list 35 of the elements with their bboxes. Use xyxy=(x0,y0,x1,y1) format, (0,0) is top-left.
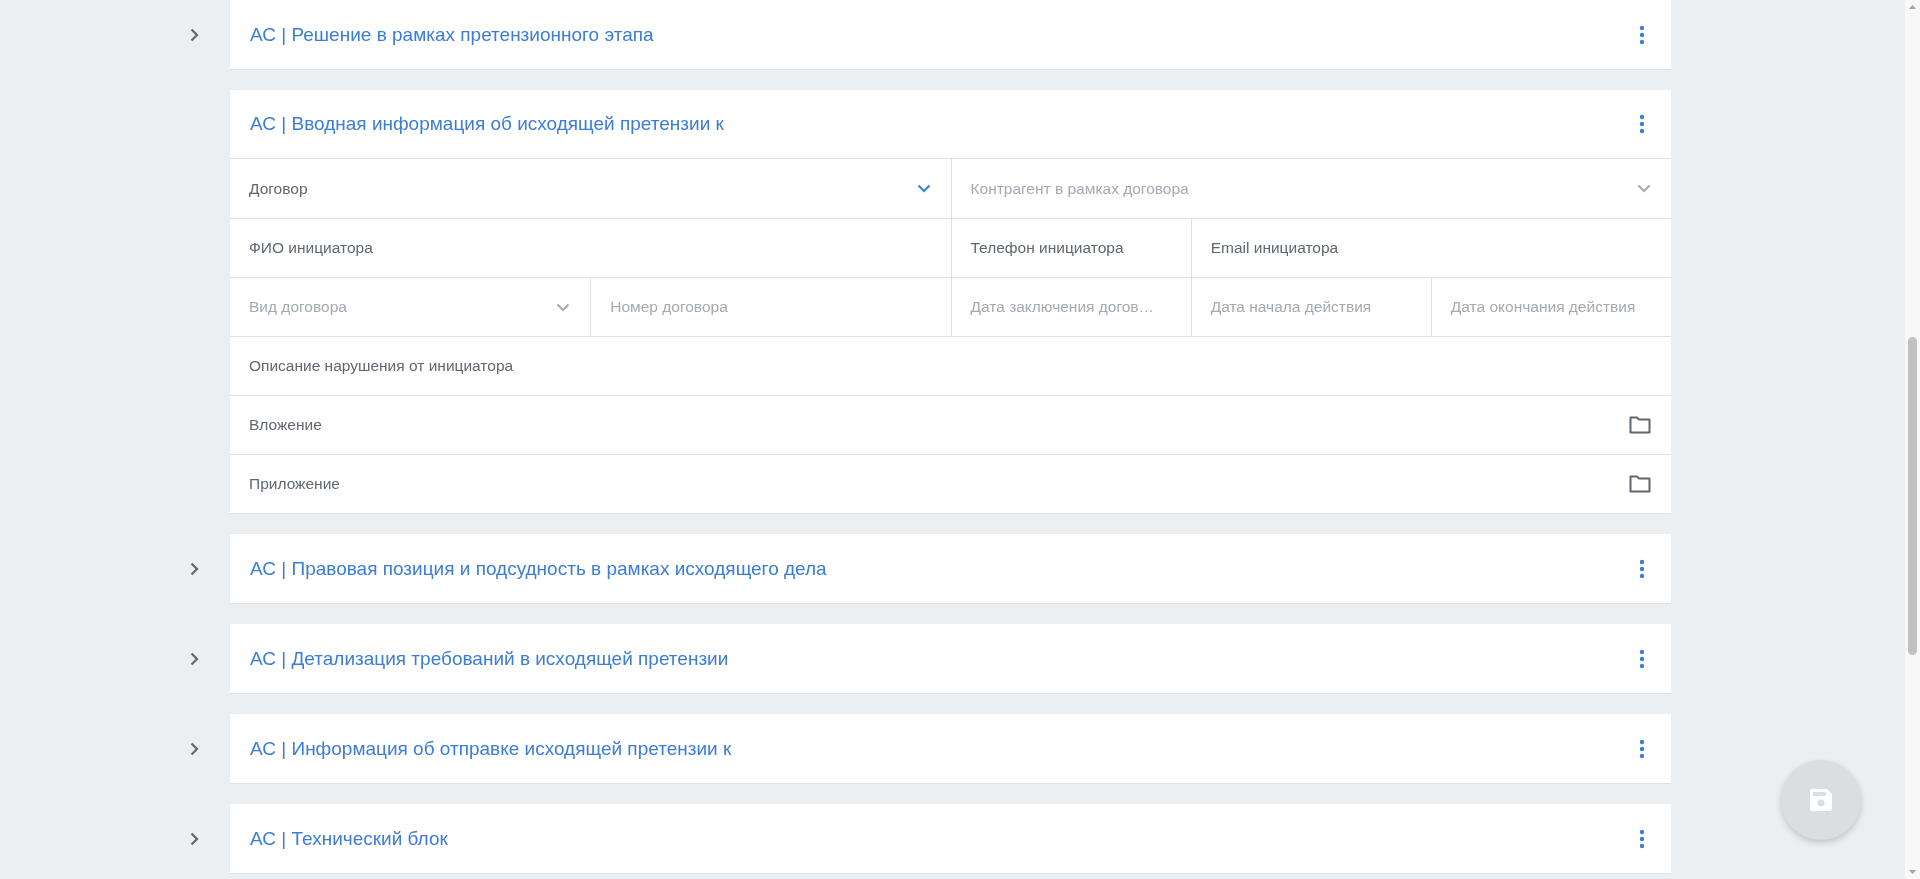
select-field[interactable]: Контрагент в рамках договора xyxy=(950,159,1671,218)
chevron-right-icon[interactable] xyxy=(190,27,199,42)
input-field[interactable]: Номер договора xyxy=(590,277,951,336)
input-field[interactable]: Описание нарушения от инициатора xyxy=(230,336,1671,395)
chevron-down-icon[interactable] xyxy=(556,302,571,312)
select-field[interactable]: Вид договора xyxy=(230,277,591,336)
input-field[interactable]: Дата заключения догов… xyxy=(950,277,1191,336)
more-menu-icon[interactable] xyxy=(1639,558,1645,579)
file-field[interactable]: Вложение xyxy=(230,395,1671,454)
more-menu-icon[interactable] xyxy=(1639,114,1645,134)
section-title[interactable]: АС | Решение в рамках претензионного этапа xyxy=(250,23,654,46)
section-title[interactable]: АС | Информация об отправке исходящей претензии к xyxy=(250,737,732,760)
folder-icon[interactable] xyxy=(1629,416,1651,434)
folder-icon[interactable] xyxy=(1629,475,1651,493)
section-title[interactable]: АС | Технический блок xyxy=(250,827,448,850)
input-field[interactable]: Email инициатора xyxy=(1190,218,1671,277)
file-field[interactable]: Приложение xyxy=(230,454,1671,513)
chevron-right-icon[interactable] xyxy=(190,741,199,756)
chevron-right-icon[interactable] xyxy=(190,651,199,666)
input-field[interactable]: ФИО инициатора xyxy=(230,218,951,277)
more-menu-icon[interactable] xyxy=(1639,828,1645,849)
section-title[interactable]: АС | Вводная информация об исходящей претензии к xyxy=(250,113,724,135)
chevron-right-icon[interactable] xyxy=(190,831,199,846)
select-field[interactable]: Договор xyxy=(230,159,951,218)
input-field[interactable]: Телефон инициатора xyxy=(950,218,1191,277)
more-menu-icon[interactable] xyxy=(1639,24,1645,45)
input-field[interactable]: Дата окончания действия xyxy=(1430,277,1671,336)
chevron-right-icon[interactable] xyxy=(190,561,199,576)
more-menu-icon[interactable] xyxy=(1639,648,1645,669)
section-title[interactable]: АС | Детализация требований в исходящей претензии xyxy=(250,647,729,670)
section-title[interactable]: АС | Правовая позиция и подсудность в рамках исходящего дела xyxy=(250,557,827,580)
more-menu-icon[interactable] xyxy=(1639,738,1645,759)
chevron-down-icon[interactable] xyxy=(916,184,931,193)
chevron-down-icon[interactable] xyxy=(1637,184,1651,193)
input-field[interactable]: Дата начала действия xyxy=(1190,277,1431,336)
